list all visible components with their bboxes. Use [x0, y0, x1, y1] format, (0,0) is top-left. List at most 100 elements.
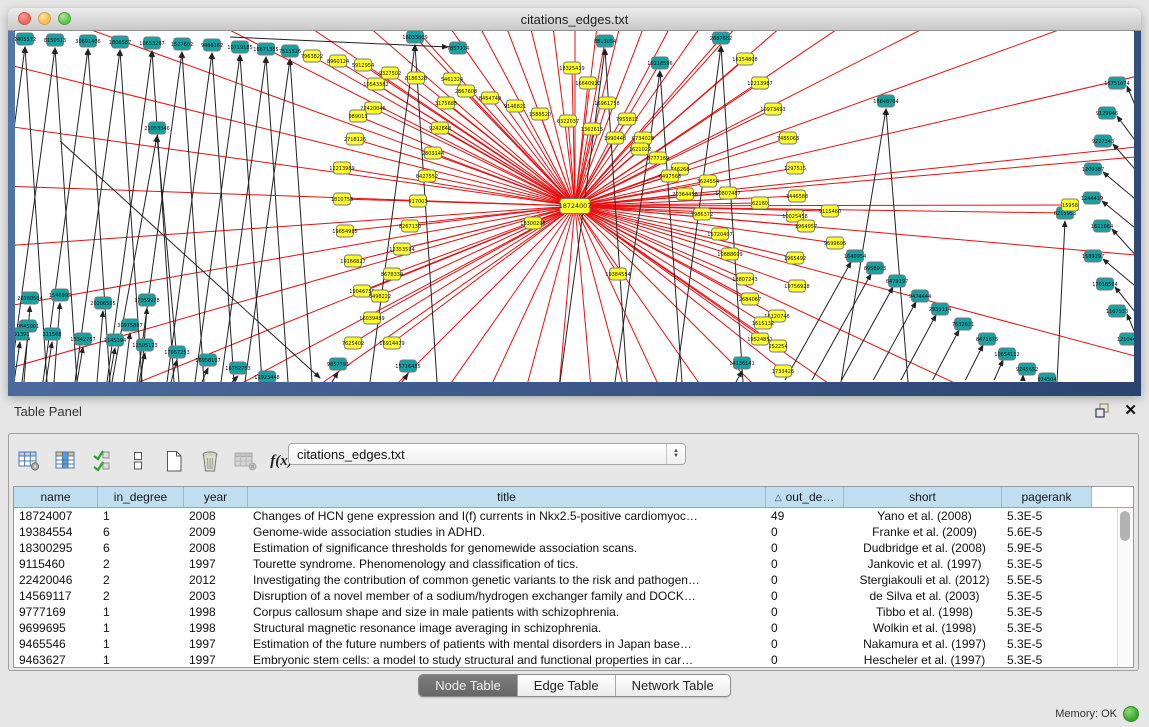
delete-trash-button[interactable]	[197, 449, 222, 474]
graph-node-label: 2684067	[739, 297, 761, 303]
table-row[interactable]: 1938455462009Genome-wide association stu…	[14, 524, 1133, 540]
cell-year: 2012	[184, 573, 248, 587]
table-row[interactable]: 1456911722003Disruption of a novel membe…	[14, 588, 1133, 604]
graph-edge	[994, 360, 1003, 380]
close-window-button[interactable]	[18, 12, 31, 25]
graph-node-label: 8267130	[399, 224, 421, 230]
column-header-year[interactable]: year	[184, 487, 248, 507]
float-panel-icon[interactable]	[1095, 403, 1110, 418]
graph-node-label: 3175685	[435, 101, 457, 107]
cell-title: Tourette syndrome. Phenomenology and cla…	[248, 557, 766, 571]
graph-node-label: 7625402	[342, 341, 364, 347]
graph-edge	[232, 376, 238, 382]
graph-node-label: 1965492	[784, 256, 806, 262]
show-columns-button[interactable]	[53, 449, 78, 474]
row-height-button[interactable]	[125, 449, 150, 474]
graph-node-label: 9129946	[1096, 111, 1118, 117]
network-view-frame: 2405572815051330691406180658710653297152…	[8, 31, 1141, 396]
cell-pagerank: 5.3E-5	[1002, 653, 1092, 667]
column-header-in_degree[interactable]: in_degree	[98, 487, 184, 507]
graph-node-label: 8471676	[976, 337, 998, 343]
graph-edge	[152, 51, 174, 382]
graph-node-label: 1810753	[331, 197, 353, 203]
table-row[interactable]: 946554611997Estimation of the future num…	[14, 636, 1133, 652]
table-row[interactable]: 2242004622012Investigating the contribut…	[14, 572, 1133, 588]
graph-edge	[24, 306, 30, 382]
table-row[interactable]: 946362711997Embryonic stem cells: a mode…	[14, 652, 1133, 668]
graph-edge	[182, 52, 204, 382]
graph-node-label: 15720407	[707, 232, 732, 238]
cell-in_degree: 1	[98, 653, 184, 667]
graph-node-label: 20364456	[672, 192, 697, 198]
cell-short: Wolkin et al. (1998)	[844, 621, 1002, 635]
column-header-pagerank[interactable]: pagerank	[1002, 487, 1092, 507]
table-scrollbar[interactable]	[1117, 508, 1132, 666]
table-selector-dropdown[interactable]: citations_edges.txt ▲▼	[288, 443, 686, 465]
graph-node-label: 19654985	[332, 229, 357, 235]
cell-title: Structural magnetic resonance image aver…	[248, 621, 766, 635]
cell-out_de: 0	[766, 621, 844, 635]
network-canvas[interactable]: 2405572815051330691406180658710653297152…	[15, 31, 1134, 382]
edit-columns-button[interactable]	[89, 449, 114, 474]
graph-node-label: 16958107	[195, 358, 220, 364]
show-columns-icon	[54, 450, 77, 472]
cell-title: Changes of HCN gene expression and I(f) …	[248, 509, 766, 523]
graph-edge	[120, 50, 142, 382]
column-header-name[interactable]: name	[14, 487, 98, 507]
window-titlebar[interactable]: citations_edges.txt	[8, 8, 1141, 31]
table-row[interactable]: 911546021997Tourette syndrome. Phenomeno…	[14, 556, 1133, 572]
new-document-button[interactable]	[161, 449, 186, 474]
graph-node-label: 19524851	[747, 337, 772, 343]
tab-node-table[interactable]: Node Table	[419, 675, 518, 696]
graph-node-label: 2687682	[710, 36, 732, 42]
graph-node-label: 917003	[408, 199, 427, 205]
graph-node-label: 2405572	[15, 37, 36, 43]
cell-year: 1998	[184, 605, 248, 619]
graph-node-label: 1297515	[784, 166, 806, 172]
graph-node-label: 18300295	[520, 221, 545, 227]
zoom-window-button[interactable]	[58, 12, 71, 25]
graph-node-label: 8454749	[479, 96, 501, 102]
cell-year: 1998	[184, 621, 248, 635]
table-row[interactable]: 1872400712008Changes of HCN gene express…	[14, 508, 1133, 524]
graph-node-label: 111568	[42, 332, 61, 338]
delete-table-button[interactable]	[233, 449, 258, 474]
window-title: citations_edges.txt	[8, 12, 1141, 27]
tab-edge-table[interactable]: Edge Table	[518, 675, 616, 696]
graph-node-label: 7857224	[447, 46, 469, 52]
close-panel-icon[interactable]: ✕	[1124, 403, 1137, 418]
graph-node-label: 5461324	[441, 77, 463, 83]
graph-edge	[965, 345, 983, 380]
graph-edge	[266, 57, 288, 382]
column-header-out_de[interactable]: △out_de…	[766, 487, 844, 507]
scrollbar-thumb[interactable]	[1120, 511, 1130, 541]
graph-node-label: 1362615	[581, 127, 603, 133]
graph-node-label: 5498222	[369, 294, 391, 300]
minimize-window-button[interactable]	[38, 12, 51, 25]
graph-node-label: 16671355	[253, 47, 278, 53]
graph-node-label: 12213967	[747, 81, 772, 87]
table-row[interactable]: 977716911998Corpus callosum shape and si…	[14, 604, 1133, 620]
cell-pagerank: 5.3E-5	[1002, 557, 1092, 571]
graph-node-label: 989013	[348, 114, 367, 120]
graph-node-label: 16640910	[575, 81, 600, 87]
cell-out_de: 0	[766, 653, 844, 667]
graph-node-label: 7986372	[691, 212, 713, 218]
table-panel: f(x) citations_edges.txt ▲▼ namein_degre…	[8, 433, 1139, 671]
cell-in_degree: 1	[98, 509, 184, 523]
table-mode-button[interactable]	[17, 449, 42, 474]
column-header-filler	[1092, 487, 1133, 507]
cell-pagerank: 5.9E-5	[1002, 541, 1092, 555]
graph-node-label: 1964957	[795, 224, 817, 230]
graph-node-label: 2935114	[929, 307, 951, 313]
table-row[interactable]: 969969511998Structural magnetic resonanc…	[14, 620, 1133, 636]
graph-edge	[15, 157, 575, 206]
table-row[interactable]: 1830029562008Estimation of significance …	[14, 540, 1133, 556]
table-header-row: namein_degreeyeartitle△out_de…shortpager…	[14, 487, 1133, 508]
cell-name: 9463627	[14, 653, 98, 667]
cell-short: Jankovic et al. (1997)	[844, 557, 1002, 571]
column-header-short[interactable]: short	[844, 487, 1002, 507]
cell-name: 9465546	[14, 637, 98, 651]
tab-network-table[interactable]: Network Table	[616, 675, 730, 696]
column-header-title[interactable]: title	[248, 487, 766, 507]
